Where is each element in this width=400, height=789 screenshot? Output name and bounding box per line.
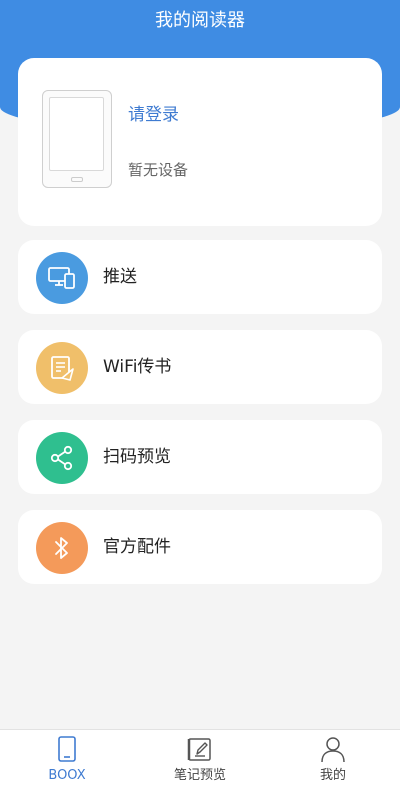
- device-status-text: 暂无设备: [128, 161, 189, 179]
- tab-note-preview-label: 笔记预览: [173, 768, 226, 783]
- device-home-button: [71, 177, 83, 182]
- tab-note-preview[interactable]: 笔记预览: [133, 730, 267, 789]
- ereader-device-image: [42, 90, 112, 188]
- tab-boox-label: BOOX: [48, 768, 86, 783]
- menu-item-push[interactable]: 推送: [18, 240, 382, 314]
- bottom-nav: BOOX 笔记预览 我的: [0, 729, 400, 789]
- tab-boox[interactable]: BOOX: [0, 730, 134, 789]
- menu-item-push-label: 推送: [103, 267, 137, 287]
- login-link[interactable]: 请登录: [128, 104, 179, 126]
- wifi-book-icon: [36, 342, 88, 394]
- device-screen: [49, 97, 104, 171]
- tablet-icon: [53, 735, 81, 763]
- menu-item-scan-preview-label: 扫码预览: [103, 447, 171, 467]
- device-push-icon: [36, 252, 88, 304]
- bluetooth-icon: [36, 522, 88, 574]
- menu-item-wifi-transfer[interactable]: WiFi传书: [18, 330, 382, 404]
- user-icon: [319, 735, 347, 763]
- menu-item-wifi-transfer-label: WiFi传书: [103, 357, 172, 377]
- tab-mine-label: 我的: [319, 768, 346, 783]
- device-card: 请登录 暂无设备: [18, 58, 382, 226]
- note-edit-icon: [186, 735, 214, 763]
- tab-mine[interactable]: 我的: [266, 730, 400, 789]
- page-title: 我的阅读器: [155, 10, 245, 31]
- menu-item-accessories-label: 官方配件: [103, 537, 171, 557]
- menu-item-scan-preview[interactable]: 扫码预览: [18, 420, 382, 494]
- share-icon: [36, 432, 88, 484]
- menu-item-accessories[interactable]: 官方配件: [18, 510, 382, 584]
